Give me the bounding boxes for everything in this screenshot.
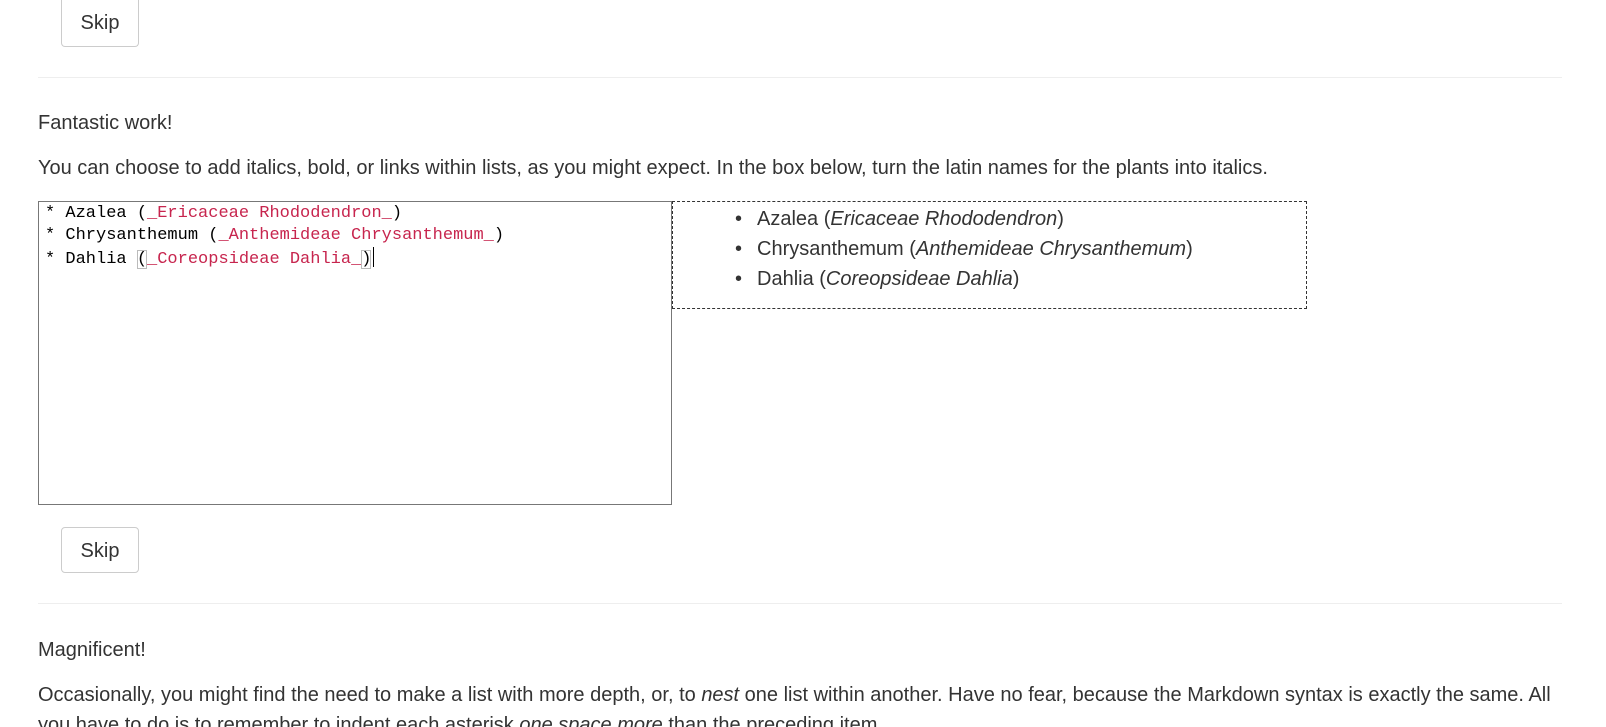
skip-button[interactable]: Skip — [61, 527, 139, 573]
section-intro: Occasionally, you might find the need to… — [38, 684, 1551, 727]
editor-line: * Azalea (_Ericaceae Rhododendron_) — [45, 204, 403, 223]
section-heading-fantastic: Fantastic work! — [38, 112, 173, 134]
preview-list: • Azalea (Ericaceae Rhododendron) • Chrysa… — [673, 202, 1306, 294]
skip-button-top[interactable]: Skip — [61, 0, 139, 47]
markdown-preview: • Azalea (Ericaceae Rhododendron) • Chrysa… — [672, 201, 1307, 309]
list-item: • Dahlia (Coreopsideae Dahlia) — [735, 264, 1306, 294]
bullet-icon: • — [735, 238, 743, 260]
text-cursor — [373, 247, 375, 267]
lesson-page: Skip Fantastic work! You can choose to a… — [0, 0, 1606, 727]
editor-line: * Dahlia (_Coreopsideae Dahlia_) — [45, 247, 671, 269]
editor-line: * Chrysanthemum (_Anthemideae Chrysanthe… — [45, 226, 505, 245]
section-instructions: You can choose to add italics, bold, or … — [38, 157, 1268, 179]
markdown-editor[interactable]: * Azalea (_Ericaceae Rhododendron_) * Ch… — [38, 201, 672, 505]
section-heading-magnificent: Magnificent! — [38, 639, 146, 661]
list-item: • Azalea (Ericaceae Rhododendron) — [735, 204, 1306, 234]
section-divider — [38, 77, 1562, 78]
bullet-icon: • — [735, 208, 743, 230]
bullet-icon: • — [735, 268, 743, 290]
section-divider — [38, 603, 1562, 604]
matched-bracket: ( — [136, 250, 148, 269]
list-item: • Chrysanthemum (Anthemideae Chrysanthemu… — [735, 234, 1306, 264]
matched-bracket: ) — [361, 250, 372, 269]
